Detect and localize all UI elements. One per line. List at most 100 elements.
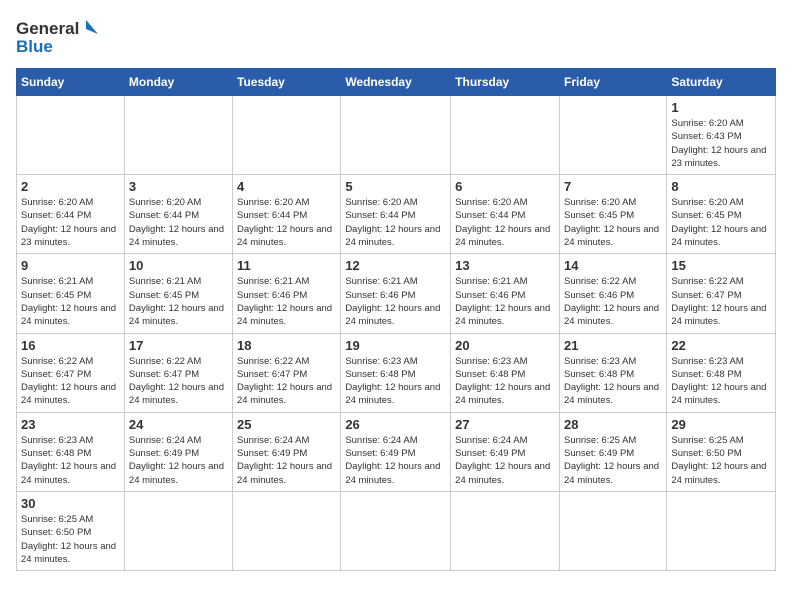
calendar-cell xyxy=(233,96,341,175)
day-info: Sunrise: 6:22 AM Sunset: 6:47 PM Dayligh… xyxy=(237,355,336,408)
day-number: 12 xyxy=(345,258,446,273)
day-number: 14 xyxy=(564,258,662,273)
day-info: Sunrise: 6:24 AM Sunset: 6:49 PM Dayligh… xyxy=(345,434,446,487)
day-info: Sunrise: 6:25 AM Sunset: 6:49 PM Dayligh… xyxy=(564,434,662,487)
day-number: 30 xyxy=(21,496,120,511)
calendar-cell xyxy=(124,491,232,570)
day-number: 1 xyxy=(671,100,771,115)
day-number: 29 xyxy=(671,417,771,432)
calendar-cell: 25Sunrise: 6:24 AM Sunset: 6:49 PM Dayli… xyxy=(233,412,341,491)
calendar-cell: 6 Sunrise: 6:20 AM Sunset: 6:44 PM Daylig… xyxy=(451,175,560,254)
day-info: Sunrise: 6:25 AM Sunset: 6:50 PM Dayligh… xyxy=(671,434,771,487)
calendar-cell xyxy=(17,96,125,175)
day-number: 24 xyxy=(129,417,228,432)
calendar-cell xyxy=(667,491,776,570)
page-header: GeneralBlue xyxy=(16,16,776,56)
calendar-cell xyxy=(451,491,560,570)
day-info: Sunrise: 6:20 AM Sunset: 6:45 PM Dayligh… xyxy=(564,196,662,249)
day-number: 8 xyxy=(671,179,771,194)
day-info: Sunrise: 6:23 AM Sunset: 6:48 PM Dayligh… xyxy=(455,355,555,408)
logo-svg: GeneralBlue xyxy=(16,16,106,56)
svg-text:General: General xyxy=(16,19,79,38)
day-info: Sunrise: 6:24 AM Sunset: 6:49 PM Dayligh… xyxy=(455,434,555,487)
calendar-cell xyxy=(559,96,666,175)
calendar-cell xyxy=(233,491,341,570)
calendar-cell: 17 Sunrise: 6:22 AM Sunset: 6:47 PM Dayli… xyxy=(124,333,232,412)
day-info: Sunrise: 6:20 AM Sunset: 6:44 PM Dayligh… xyxy=(455,196,555,249)
day-number: 13 xyxy=(455,258,555,273)
calendar-cell: 1Sunrise: 6:20 AM Sunset: 6:43 PM Daylig… xyxy=(667,96,776,175)
day-info: Sunrise: 6:21 AM Sunset: 6:46 PM Dayligh… xyxy=(455,275,555,328)
calendar-cell: 28Sunrise: 6:25 AM Sunset: 6:49 PM Dayli… xyxy=(559,412,666,491)
day-info: Sunrise: 6:22 AM Sunset: 6:47 PM Dayligh… xyxy=(21,355,120,408)
day-number: 27 xyxy=(455,417,555,432)
calendar-cell xyxy=(341,491,451,570)
day-number: 2 xyxy=(21,179,120,194)
calendar-cell: 13 Sunrise: 6:21 AM Sunset: 6:46 PM Dayli… xyxy=(451,254,560,333)
calendar-cell xyxy=(451,96,560,175)
day-header-thursday: Thursday xyxy=(451,69,560,96)
calendar-cell: 18Sunrise: 6:22 AM Sunset: 6:47 PM Dayli… xyxy=(233,333,341,412)
logo: GeneralBlue xyxy=(16,16,106,56)
calendar-cell xyxy=(341,96,451,175)
day-number: 25 xyxy=(237,417,336,432)
calendar-cell: 9 Sunrise: 6:21 AM Sunset: 6:45 PM Daylig… xyxy=(17,254,125,333)
day-info: Sunrise: 6:22 AM Sunset: 6:47 PM Dayligh… xyxy=(671,275,771,328)
calendar-cell: 22 Sunrise: 6:23 AM Sunset: 6:48 PM Dayli… xyxy=(667,333,776,412)
day-info: Sunrise: 6:22 AM Sunset: 6:46 PM Dayligh… xyxy=(564,275,662,328)
day-number: 9 xyxy=(21,258,120,273)
calendar-week-2: 2 Sunrise: 6:20 AM Sunset: 6:44 PM Daylig… xyxy=(17,175,776,254)
day-header-monday: Monday xyxy=(124,69,232,96)
day-number: 23 xyxy=(21,417,120,432)
calendar-cell: 10Sunrise: 6:21 AM Sunset: 6:45 PM Dayli… xyxy=(124,254,232,333)
day-info: Sunrise: 6:20 AM Sunset: 6:44 PM Dayligh… xyxy=(129,196,228,249)
calendar-cell: 7Sunrise: 6:20 AM Sunset: 6:45 PM Daylig… xyxy=(559,175,666,254)
calendar-cell: 5Sunrise: 6:20 AM Sunset: 6:44 PM Daylig… xyxy=(341,175,451,254)
day-number: 17 xyxy=(129,338,228,353)
day-info: Sunrise: 6:23 AM Sunset: 6:48 PM Dayligh… xyxy=(21,434,120,487)
day-number: 6 xyxy=(455,179,555,194)
calendar-cell: 26 Sunrise: 6:24 AM Sunset: 6:49 PM Dayli… xyxy=(341,412,451,491)
day-number: 26 xyxy=(345,417,446,432)
day-info: Sunrise: 6:23 AM Sunset: 6:48 PM Dayligh… xyxy=(345,355,446,408)
day-info: Sunrise: 6:22 AM Sunset: 6:47 PM Dayligh… xyxy=(129,355,228,408)
day-info: Sunrise: 6:20 AM Sunset: 6:44 PM Dayligh… xyxy=(21,196,120,249)
calendar-table: SundayMondayTuesdayWednesdayThursdayFrid… xyxy=(16,68,776,571)
day-number: 11 xyxy=(237,258,336,273)
calendar-cell: 23 Sunrise: 6:23 AM Sunset: 6:48 PM Dayli… xyxy=(17,412,125,491)
day-info: Sunrise: 6:24 AM Sunset: 6:49 PM Dayligh… xyxy=(129,434,228,487)
calendar-cell: 11 Sunrise: 6:21 AM Sunset: 6:46 PM Dayli… xyxy=(233,254,341,333)
day-info: Sunrise: 6:21 AM Sunset: 6:45 PM Dayligh… xyxy=(21,275,120,328)
calendar-cell: 24 Sunrise: 6:24 AM Sunset: 6:49 PM Dayli… xyxy=(124,412,232,491)
calendar-cell: 20 Sunrise: 6:23 AM Sunset: 6:48 PM Dayli… xyxy=(451,333,560,412)
day-number: 20 xyxy=(455,338,555,353)
day-number: 19 xyxy=(345,338,446,353)
day-header-wednesday: Wednesday xyxy=(341,69,451,96)
calendar-header-row: SundayMondayTuesdayWednesdayThursdayFrid… xyxy=(17,69,776,96)
calendar-cell: 29 Sunrise: 6:25 AM Sunset: 6:50 PM Dayli… xyxy=(667,412,776,491)
day-number: 22 xyxy=(671,338,771,353)
day-number: 16 xyxy=(21,338,120,353)
calendar-week-3: 9 Sunrise: 6:21 AM Sunset: 6:45 PM Daylig… xyxy=(17,254,776,333)
calendar-week-5: 23 Sunrise: 6:23 AM Sunset: 6:48 PM Dayli… xyxy=(17,412,776,491)
calendar-cell: 27 Sunrise: 6:24 AM Sunset: 6:49 PM Dayli… xyxy=(451,412,560,491)
day-info: Sunrise: 6:20 AM Sunset: 6:44 PM Dayligh… xyxy=(345,196,446,249)
day-info: Sunrise: 6:21 AM Sunset: 6:45 PM Dayligh… xyxy=(129,275,228,328)
day-number: 21 xyxy=(564,338,662,353)
calendar-week-4: 16 Sunrise: 6:22 AM Sunset: 6:47 PM Dayli… xyxy=(17,333,776,412)
day-header-tuesday: Tuesday xyxy=(233,69,341,96)
day-info: Sunrise: 6:21 AM Sunset: 6:46 PM Dayligh… xyxy=(237,275,336,328)
calendar-cell: 4Sunrise: 6:20 AM Sunset: 6:44 PM Daylig… xyxy=(233,175,341,254)
calendar-cell: 12 Sunrise: 6:21 AM Sunset: 6:46 PM Dayli… xyxy=(341,254,451,333)
calendar-cell: 21Sunrise: 6:23 AM Sunset: 6:48 PM Dayli… xyxy=(559,333,666,412)
day-info: Sunrise: 6:21 AM Sunset: 6:46 PM Dayligh… xyxy=(345,275,446,328)
day-number: 4 xyxy=(237,179,336,194)
day-number: 3 xyxy=(129,179,228,194)
svg-text:Blue: Blue xyxy=(16,37,53,56)
calendar-cell: 2 Sunrise: 6:20 AM Sunset: 6:44 PM Daylig… xyxy=(17,175,125,254)
calendar-cell xyxy=(124,96,232,175)
day-info: Sunrise: 6:23 AM Sunset: 6:48 PM Dayligh… xyxy=(671,355,771,408)
calendar-week-6: 30Sunrise: 6:25 AM Sunset: 6:50 PM Dayli… xyxy=(17,491,776,570)
day-header-friday: Friday xyxy=(559,69,666,96)
calendar-cell: 19 Sunrise: 6:23 AM Sunset: 6:48 PM Dayli… xyxy=(341,333,451,412)
